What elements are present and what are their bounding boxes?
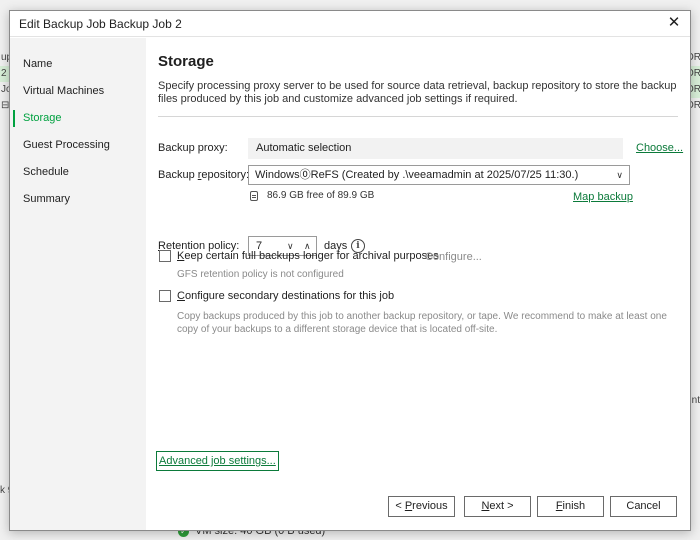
backup-repository-value: Windows⓪ReFS (Created by .\veeamadmin at… bbox=[255, 169, 579, 181]
map-backup-link[interactable]: Map backup bbox=[573, 191, 633, 203]
next-button[interactable]: Next > bbox=[464, 496, 531, 517]
keep-full-backups-checkbox[interactable] bbox=[159, 250, 171, 262]
sidebar-item-label: Summary bbox=[23, 193, 71, 205]
secondary-destinations-label: Configure secondary destinations for thi… bbox=[177, 290, 395, 302]
advanced-job-settings-link[interactable]: Advanced job settings... bbox=[156, 451, 279, 471]
keep-full-backups-label: Keep certain full backups longer for arc… bbox=[177, 250, 439, 262]
secondary-destinations-description: Copy backups produced by this job to ano… bbox=[177, 311, 667, 335]
sidebar-item-label: Guest Processing bbox=[23, 139, 110, 151]
header-divider bbox=[158, 116, 678, 117]
sidebar-item-summary[interactable]: Summary bbox=[10, 186, 146, 213]
page-title: Storage bbox=[158, 53, 214, 70]
edit-backup-job-dialog: Edit Backup Job Backup Job 2 ✕ Name Virt… bbox=[9, 10, 691, 531]
finish-button[interactable]: Finish bbox=[537, 496, 604, 517]
bg-fragment: nt bbox=[691, 395, 700, 406]
repository-free-space: 86.9 GB free of 89.9 GB bbox=[267, 190, 375, 201]
choose-proxy-link[interactable]: Choose... bbox=[636, 142, 683, 154]
sidebar-item-schedule[interactable]: Schedule bbox=[10, 159, 146, 186]
sidebar-item-name[interactable]: Name bbox=[10, 51, 146, 78]
dialog-title: Edit Backup Job Backup Job 2 bbox=[19, 16, 182, 31]
close-icon[interactable]: ✕ bbox=[666, 15, 682, 31]
sidebar-item-label: Schedule bbox=[23, 166, 69, 178]
backup-proxy-label: Backup proxy: bbox=[158, 142, 228, 154]
chevron-down-icon: ∨ bbox=[616, 170, 623, 180]
sidebar-item-label: Storage bbox=[23, 112, 62, 124]
cancel-button[interactable]: Cancel bbox=[610, 496, 677, 517]
secondary-destinations-checkbox[interactable] bbox=[159, 290, 171, 302]
sidebar-item-label: Virtual Machines bbox=[23, 85, 105, 97]
wizard-content: Storage Specify processing proxy server … bbox=[146, 38, 690, 530]
wizard-sidebar: Name Virtual Machines Storage Guest Proc… bbox=[10, 38, 146, 530]
sidebar-item-virtual-machines[interactable]: Virtual Machines bbox=[10, 78, 146, 105]
database-icon bbox=[250, 191, 258, 201]
gfs-configure-link[interactable]: Configure... bbox=[425, 251, 482, 263]
backup-repository-label: Backup repository: bbox=[158, 169, 250, 181]
gfs-status-text: GFS retention policy is not configured bbox=[177, 269, 344, 280]
backup-repository-select[interactable]: Windows⓪ReFS (Created by .\veeamadmin at… bbox=[248, 165, 630, 185]
backup-proxy-field: Automatic selection bbox=[248, 138, 623, 159]
sidebar-item-label: Name bbox=[23, 58, 53, 70]
sidebar-item-storage[interactable]: Storage bbox=[10, 105, 146, 132]
page-description: Specify processing proxy server to be us… bbox=[158, 80, 677, 105]
dialog-titlebar: Edit Backup Job Backup Job 2 ✕ bbox=[10, 11, 690, 37]
sidebar-item-guest-processing[interactable]: Guest Processing bbox=[10, 132, 146, 159]
previous-button[interactable]: < Previous bbox=[388, 496, 455, 517]
